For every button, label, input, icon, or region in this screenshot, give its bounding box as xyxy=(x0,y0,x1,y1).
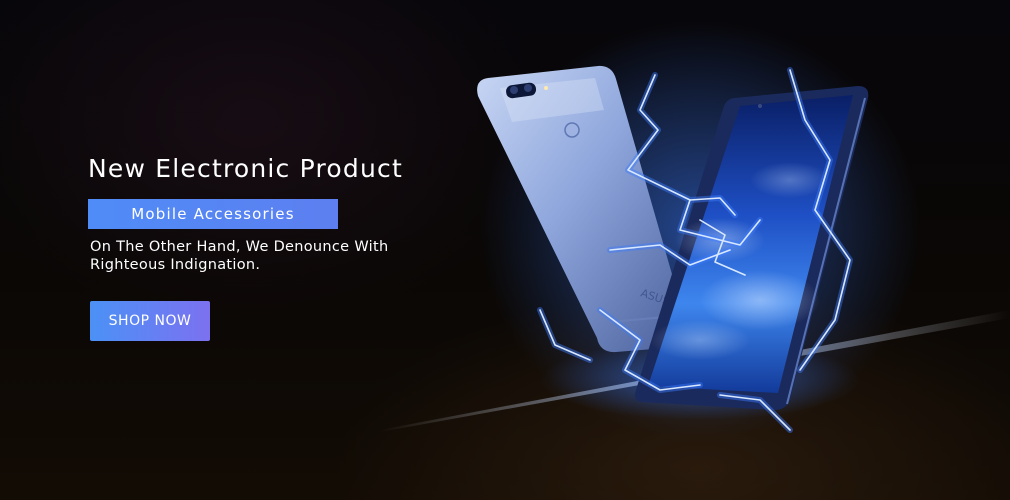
hero-copy: New Electronic Product Mobile Accessorie… xyxy=(88,150,448,341)
fingerprint-sensor-icon xyxy=(564,122,580,138)
hero-banner: ASUS New Electronic Product Mobile Acces… xyxy=(0,0,1010,500)
hero-headline: New Electronic Product xyxy=(88,154,403,183)
shop-now-button[interactable]: SHOP NOW xyxy=(90,301,210,341)
category-tag: Mobile Accessories xyxy=(88,199,338,229)
hero-description: On The Other Hand, We Denounce With Righ… xyxy=(90,239,389,273)
